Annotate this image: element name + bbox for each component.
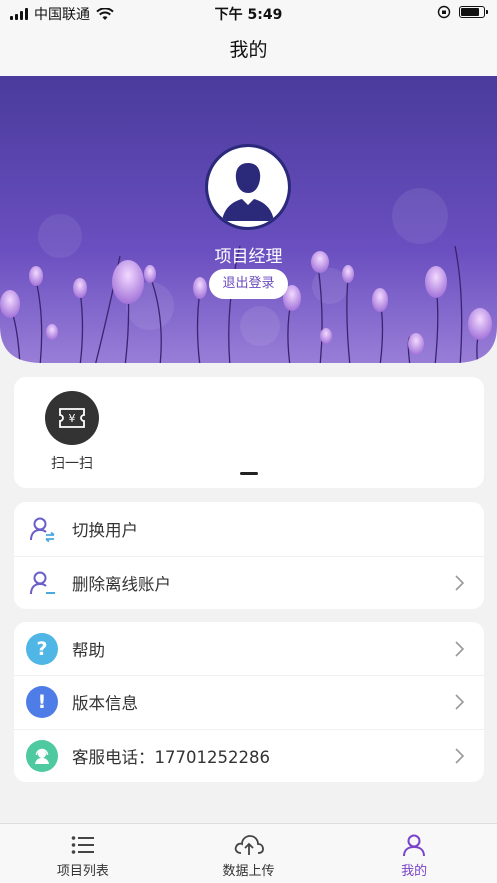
tab-data-upload-label: 数据上传 [222, 864, 275, 879]
customer-service-row[interactable]: 客服电话：17701252286 [14, 728, 484, 782]
help-icon: ? [26, 632, 58, 665]
scan-icon: ¥ [45, 391, 99, 445]
info-exclamation-icon: ! [26, 686, 58, 719]
clock: 下午 5:49 [214, 7, 283, 23]
switch-user-row[interactable]: 切换用户 [14, 502, 484, 556]
help-row[interactable]: ? 帮助 [14, 622, 484, 675]
person-icon [403, 834, 426, 857]
default-avatar-icon [208, 147, 288, 227]
tab-project-list-label: 项目列表 [56, 864, 109, 879]
nav-bar: 我的 [0, 26, 497, 76]
tab-mine[interactable]: 我的 [331, 824, 497, 883]
account-menu: 切换用户 删除离线账户 [14, 502, 484, 609]
profile-header: 项目经理 退出登录 [0, 76, 497, 366]
tab-bar: 项目列表 数据上传 我的 [0, 823, 497, 883]
avatar[interactable] [205, 144, 291, 230]
scan-button[interactable]: ¥ 扫一扫 [42, 391, 102, 473]
switch-user-label: 切换用户 [72, 520, 138, 540]
scan-label: 扫一扫 [51, 456, 93, 472]
page-title: 我的 [229, 39, 268, 61]
tab-project-list[interactable]: 项目列表 [0, 824, 166, 883]
status-bar: 中国联通 下午 5:49 [0, 0, 497, 26]
chevron-right-icon [455, 575, 464, 591]
customer-service-icon [26, 739, 58, 772]
help-label: 帮助 [72, 640, 105, 660]
battery-icon [459, 6, 488, 18]
switch-user-icon [26, 513, 58, 545]
chevron-right-icon [455, 748, 464, 764]
remove-user-icon [26, 567, 58, 599]
cloud-upload-icon [234, 835, 264, 855]
version-info-label: 版本信息 [72, 694, 138, 714]
chevron-right-icon [455, 641, 464, 657]
quick-actions-card: ¥ 扫一扫 [14, 377, 484, 488]
list-icon [71, 836, 94, 854]
customer-service-phone: 客服电话：17701252286 [72, 747, 270, 767]
delete-offline-account-label: 删除离线账户 [72, 574, 171, 594]
tab-data-upload[interactable]: 数据上传 [166, 824, 332, 883]
chevron-right-icon [455, 694, 464, 711]
page-indicator [240, 472, 258, 475]
logout-button[interactable]: 退出登录 [209, 269, 288, 299]
username: 项目经理 [214, 247, 283, 267]
orientation-lock-icon [437, 5, 451, 19]
tab-mine-label: 我的 [401, 864, 428, 879]
version-info-row[interactable]: ! 版本信息 [14, 675, 484, 728]
delete-offline-account-row[interactable]: 删除离线账户 [14, 555, 484, 610]
info-menu: ? 帮助 ! 版本信息 客服电话：17701252286 [14, 622, 484, 782]
yuan-glyph: ¥ [69, 412, 76, 425]
